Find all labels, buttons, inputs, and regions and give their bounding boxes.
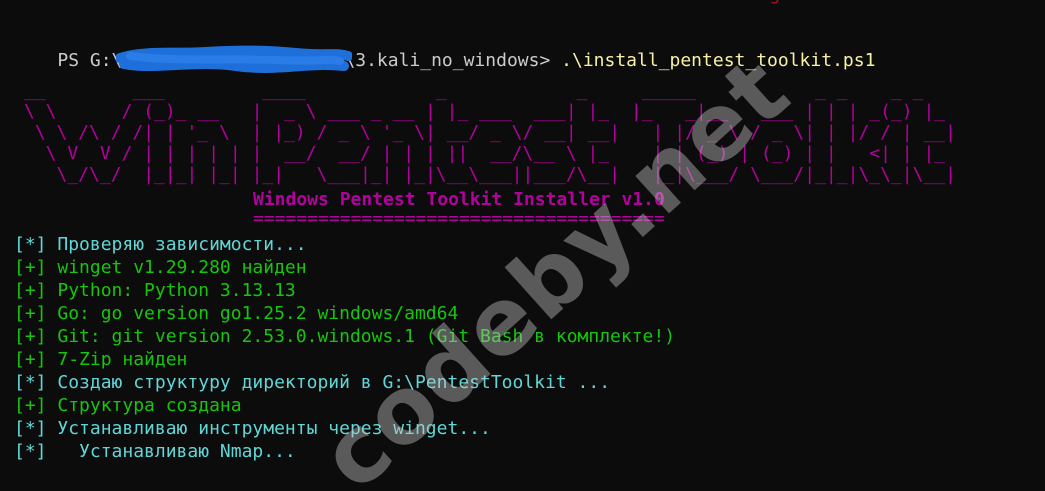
log-text: Python: Python 3.13.13 (46, 280, 296, 301)
prompt-prefix: PS G:\ (57, 50, 123, 71)
installer-title: Windows Pentest Toolkit Installer v1.0 (253, 189, 665, 210)
log-tag: [+] (14, 326, 47, 347)
terminal-window[interactable]: g r PS G:\ \3.kali_no_windows> .\install… (0, 0, 1045, 491)
command-text: .\install_pentest_toolkit.ps1 (561, 50, 876, 71)
banner-line: \_/\_/ |_|_| |_| |_| \___|_| |_|\__\___|… (24, 164, 956, 185)
banner-line: \ \ /\ / /| | '_ \ | |_) / _ \ '_ \| __/… (24, 122, 956, 143)
log-tag: [+] (14, 395, 47, 416)
log-text: Устанавливаю инструменты через winget... (46, 418, 491, 439)
cut-off-previous-line: g r (0, 0, 953, 5)
log-tag: [*] (14, 234, 47, 255)
log-text: winget v1.29.280 найден (46, 257, 307, 278)
log-tag: [*] (14, 372, 47, 393)
log-line: [*] Создаю структуру директорий в G:\Pen… (14, 371, 610, 394)
log-line: [+] Git: git version 2.53.0.windows.1 (G… (14, 325, 675, 348)
prompt-line: PS G:\ \3.kali_no_windows> .\install_pen… (14, 26, 875, 73)
banner-line: \ \ / (_)_ __ | _ \ ___ _ __ | |_ ___ __… (24, 101, 956, 122)
prompt-path-suffix: \3.kali_no_windows> (344, 50, 562, 71)
banner-line: __ ___ ____ _ _ _____ _ _ _ _ (24, 80, 956, 101)
log-tag: [+] (14, 303, 47, 324)
ascii-banner: __ ___ ____ _ _ _____ _ _ _ _ \ \ / (_)_… (24, 80, 956, 185)
log-line: [+] Структура создана (14, 394, 242, 417)
log-tag: [*] (14, 418, 47, 439)
log-tag: [+] (14, 280, 47, 301)
log-text: 7-Zip найден (46, 349, 188, 370)
installer-title-rule: ====================================== (253, 208, 665, 229)
banner-line: \ V V / | | | | | | __/ __/ | | | || __/… (24, 143, 956, 164)
log-text: Структура создана (46, 395, 242, 416)
log-line: [+] 7-Zip найден (14, 348, 187, 371)
log-text: Git: git version 2.53.0.windows.1 (Git B… (46, 326, 676, 347)
log-text: Go: go version go1.25.2 windows/amd64 (46, 303, 459, 324)
log-text: Устанавливаю Nmap... (46, 441, 296, 462)
log-line: [+] winget v1.29.280 найден (14, 256, 307, 279)
redacted-path-scribble (116, 45, 353, 73)
log-tag: [+] (14, 257, 47, 278)
redaction-scribble-icon (116, 45, 353, 73)
log-line: [*] Устанавливаю Nmap... (14, 440, 296, 463)
log-line: [+] Python: Python 3.13.13 (14, 279, 296, 302)
log-text: Создаю структуру директорий в G:\Pentest… (46, 372, 611, 393)
log-line: [*] Проверяю зависимости... (14, 233, 307, 256)
log-line: [+] Go: go version go1.25.2 windows/amd6… (14, 302, 458, 325)
log-line: [*] Устанавливаю инструменты через winge… (14, 417, 491, 440)
log-tag: [+] (14, 349, 47, 370)
log-text: Проверяю зависимости... (46, 234, 307, 255)
log-tag: [*] (14, 441, 47, 462)
